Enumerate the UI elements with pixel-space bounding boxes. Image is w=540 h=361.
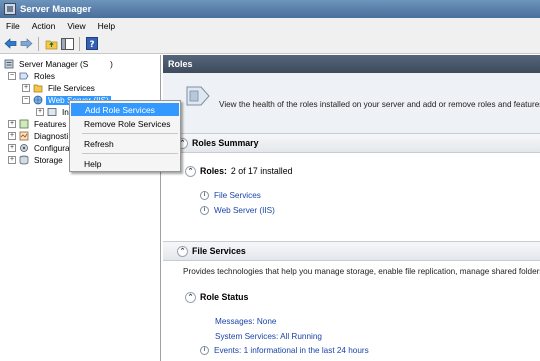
intro-text: View the health of the roles installed o… xyxy=(219,100,540,109)
storage-icon xyxy=(19,155,29,165)
tree-root-suffix: ) xyxy=(110,59,113,69)
role-status-title: Role Status xyxy=(200,292,249,302)
file-services-description: Provides technologies that help you mana… xyxy=(183,267,540,276)
tree-item-storage[interactable]: + Storage xyxy=(8,154,65,166)
collapse-icon[interactable]: − xyxy=(8,72,16,80)
expand-icon[interactable]: + xyxy=(36,108,44,116)
tree-item-file-services[interactable]: + File Services xyxy=(22,82,97,94)
role-link-row[interactable]: i File Services xyxy=(200,191,261,201)
diagnostics-icon xyxy=(19,131,29,141)
show-hide-pane-icon[interactable] xyxy=(60,37,74,51)
forward-arrow-icon[interactable] xyxy=(19,37,33,51)
expand-icon[interactable]: + xyxy=(8,120,16,128)
menu-view[interactable]: View xyxy=(61,21,91,31)
menu-item-help[interactable]: Help xyxy=(70,157,180,170)
web-server-link[interactable]: Web Server (IIS) xyxy=(214,206,275,215)
file-services-link[interactable]: File Services xyxy=(214,191,261,200)
file-services-title: File Services xyxy=(192,246,246,256)
tree-label-configuration: Configura xyxy=(34,143,70,153)
roles-subheader[interactable]: ⌃ Roles: 2 of 17 installed xyxy=(185,162,293,180)
configuration-icon xyxy=(20,144,28,152)
details-pane: Roles View the health of the roles insta… xyxy=(163,55,540,361)
info-icon: i xyxy=(200,191,209,201)
up-folder-icon[interactable] xyxy=(44,37,58,51)
events-row[interactable]: i Events: 1 informational in the last 24 … xyxy=(200,346,369,356)
details-header: Roles xyxy=(163,55,540,73)
menu-action[interactable]: Action xyxy=(26,21,62,31)
menu-bar: File Action View Help xyxy=(0,18,540,34)
menu-separator xyxy=(82,153,178,154)
messages-link[interactable]: Messages: None xyxy=(215,317,276,326)
expand-icon[interactable]: + xyxy=(8,144,16,152)
intro-panel: View the health of the roles installed o… xyxy=(163,73,540,138)
collapse-chevron-icon[interactable]: ⌃ xyxy=(177,245,188,257)
tree-item-features[interactable]: + Features xyxy=(8,118,68,130)
tree-root-label: Server Manager (S xyxy=(19,59,89,69)
tree-item-roles[interactable]: − Roles xyxy=(8,70,57,82)
toolbar-separator xyxy=(38,36,39,51)
roles-icon xyxy=(19,72,29,80)
window-title: Server Manager xyxy=(20,3,92,15)
collapse-chevron-icon[interactable]: ⌃ xyxy=(185,165,196,177)
roles-label: Roles: xyxy=(200,166,227,176)
expand-icon[interactable]: + xyxy=(8,156,16,164)
tree-item-server-manager[interactable]: Server Manager (S) xyxy=(4,58,115,70)
role-status-header[interactable]: ⌃ Role Status xyxy=(185,288,248,306)
features-icon xyxy=(19,119,29,129)
system-services-link[interactable]: System Services: All Running xyxy=(215,332,322,341)
back-arrow-icon[interactable] xyxy=(3,37,17,51)
tree-label-roles: Roles xyxy=(34,71,55,81)
tree-label-diagnostics: Diagnosti xyxy=(34,131,69,141)
expand-icon[interactable]: + xyxy=(22,84,30,92)
roles-summary-header[interactable]: ⌃ Roles Summary xyxy=(177,134,259,152)
title-bar: Server Manager xyxy=(0,0,540,18)
tree-label-storage: Storage xyxy=(34,155,63,165)
tree-label-features: Features xyxy=(34,119,67,129)
collapse-icon[interactable]: − xyxy=(22,96,30,104)
toolbar: ? xyxy=(0,34,540,54)
iis-icon xyxy=(47,108,57,116)
web-server-icon xyxy=(33,95,43,105)
roles-count: 2 of 17 installed xyxy=(230,166,293,176)
roles-banner-icon xyxy=(186,86,210,106)
tree-item-configuration[interactable]: + Configura xyxy=(8,142,72,154)
roles-summary-title: Roles Summary xyxy=(192,138,259,148)
info-icon: i xyxy=(200,206,209,216)
menu-item-refresh[interactable]: Refresh xyxy=(70,137,180,150)
tree-item-iis-manager[interactable]: + In xyxy=(36,106,71,118)
tree-item-diagnostics[interactable]: + Diagnosti xyxy=(8,130,70,142)
toolbar-separator xyxy=(79,36,80,51)
menu-item-add-role-services[interactable]: Add Role Services xyxy=(71,103,179,116)
expand-icon[interactable]: + xyxy=(8,132,16,140)
server-manager-icon xyxy=(4,3,16,15)
menu-separator xyxy=(82,133,178,134)
server-icon xyxy=(4,59,14,69)
info-icon: i xyxy=(200,346,209,356)
file-services-header[interactable]: ⌃ File Services xyxy=(177,242,246,260)
tree-label-file-services: File Services xyxy=(48,83,95,93)
svg-text:?: ? xyxy=(89,40,94,50)
context-menu: Add Role Services Remove Role Services R… xyxy=(69,100,181,172)
events-link[interactable]: Events: 1 informational in the last 24 h… xyxy=(214,346,369,355)
menu-item-remove-role-services[interactable]: Remove Role Services xyxy=(70,117,180,130)
help-icon[interactable]: ? xyxy=(85,37,99,51)
menu-help[interactable]: Help xyxy=(92,21,121,31)
role-link-row[interactable]: i Web Server (IIS) xyxy=(200,206,275,216)
menu-file[interactable]: File xyxy=(0,21,26,31)
collapse-chevron-icon[interactable]: ⌃ xyxy=(185,291,196,303)
file-services-icon xyxy=(33,84,43,93)
